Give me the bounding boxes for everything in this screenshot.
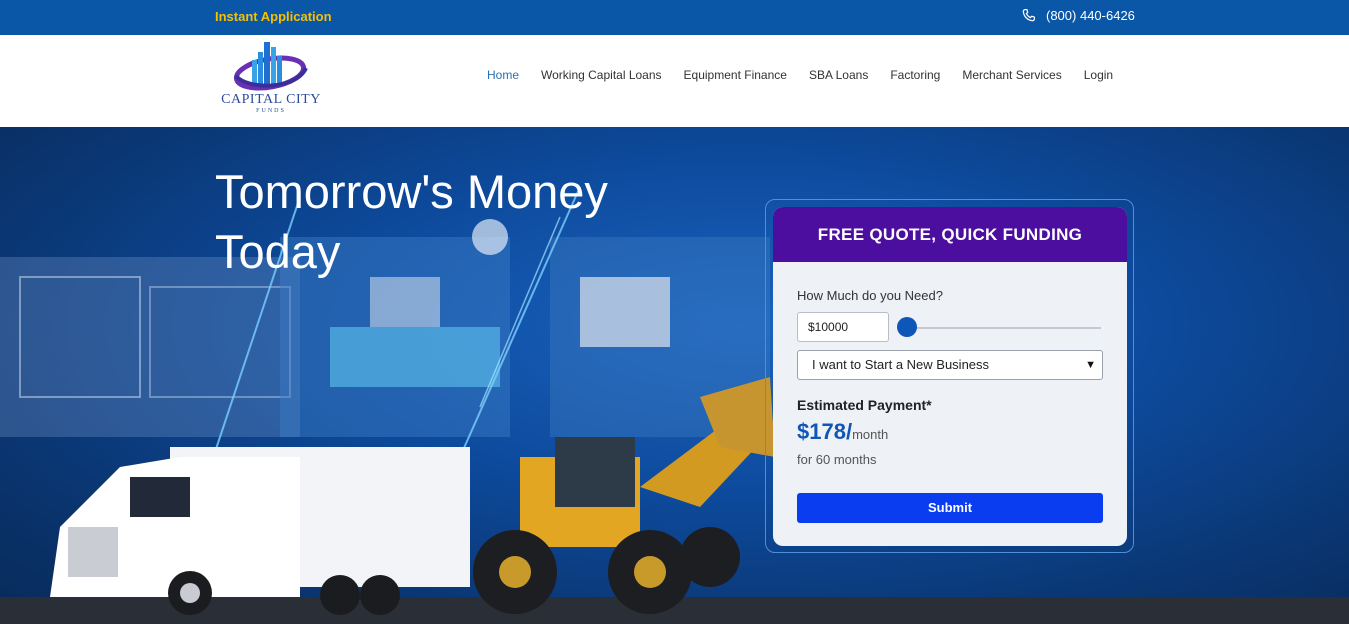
- logo-emblem-icon: [233, 42, 308, 91]
- hero-background-image: [0, 186, 1349, 624]
- nav-equipment-finance[interactable]: Equipment Finance: [673, 68, 798, 82]
- estimate-term: for 60 months: [797, 452, 877, 467]
- main-nav: Home Working Capital Loans Equipment Fin…: [476, 68, 1124, 82]
- amount-label: How Much do you Need?: [797, 288, 943, 303]
- amount-slider-thumb[interactable]: [897, 317, 917, 337]
- estimate-amount: $178/: [797, 419, 853, 444]
- nav-login[interactable]: Login: [1073, 68, 1124, 82]
- purpose-select-value: I want to Start a New Business: [812, 357, 990, 372]
- logo-subtitle: FUNDS: [256, 108, 286, 114]
- site-logo[interactable]: CAPITAL CITY FUNDS: [218, 38, 324, 118]
- hero-section: Tomorrow's Money Today: [0, 127, 1349, 624]
- amount-input[interactable]: $10000: [797, 312, 889, 342]
- phone-number[interactable]: (800) 440-6426: [1046, 8, 1135, 23]
- nav-merchant-services[interactable]: Merchant Services: [951, 68, 1072, 82]
- hero-title-line-1: Tomorrow's Money: [215, 165, 608, 218]
- chevron-down-icon: ▼: [1085, 359, 1096, 371]
- hero-title: Tomorrow's Money Today: [215, 162, 608, 282]
- quote-form-header: FREE QUOTE, QUICK FUNDING: [773, 207, 1127, 262]
- estimate-value: $178/month: [797, 419, 888, 445]
- nav-factoring[interactable]: Factoring: [879, 68, 951, 82]
- estimate-unit: month: [852, 427, 889, 442]
- estimate-label: Estimated Payment*: [797, 397, 932, 413]
- amount-slider-track[interactable]: [901, 327, 1101, 329]
- site-header: CAPITAL CITY FUNDS Home Working Capital …: [0, 35, 1349, 127]
- quote-form: FREE QUOTE, QUICK FUNDING How Much do yo…: [773, 207, 1127, 546]
- nav-sba-loans[interactable]: SBA Loans: [798, 68, 879, 82]
- hero-title-line-2: Today: [215, 225, 341, 278]
- top-bar: Instant Application (800) 440-6426: [0, 0, 1349, 35]
- nav-working-capital-loans[interactable]: Working Capital Loans: [530, 68, 673, 82]
- instant-application-link[interactable]: Instant Application: [215, 9, 332, 24]
- submit-button[interactable]: Submit: [797, 493, 1103, 523]
- phone-icon: [1022, 8, 1036, 22]
- logo-name: CAPITAL CITY: [221, 92, 321, 107]
- nav-home[interactable]: Home: [476, 68, 530, 82]
- phone-contact[interactable]: (800) 440-6426: [1021, 8, 1135, 23]
- purpose-select[interactable]: I want to Start a New Business ▼: [797, 350, 1103, 380]
